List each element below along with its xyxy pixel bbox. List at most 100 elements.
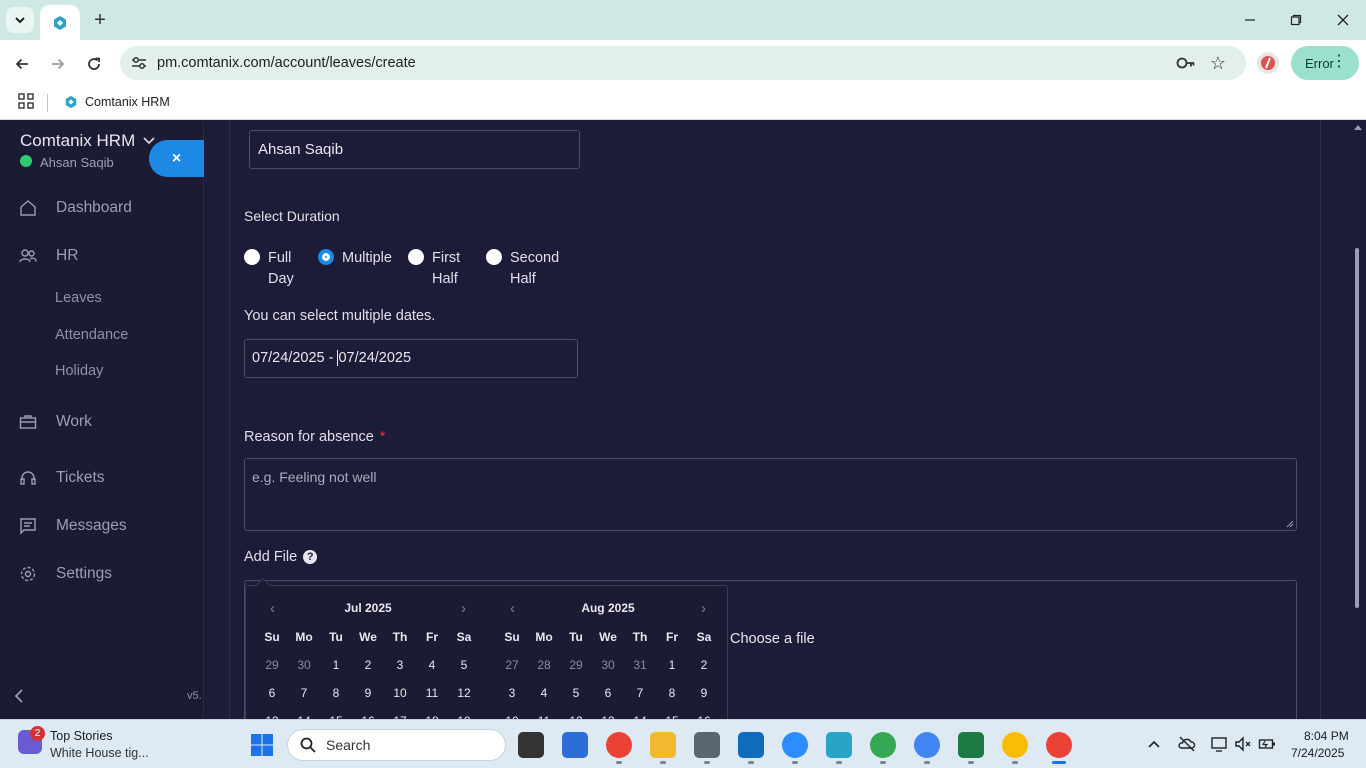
help-icon[interactable]: ?	[303, 550, 318, 564]
excel-icon[interactable]	[958, 732, 984, 758]
bookmark-star-icon[interactable]: ☆	[1208, 53, 1228, 73]
calendar-day[interactable]: 6	[592, 686, 624, 700]
calendar-day[interactable]: 28	[528, 658, 560, 672]
page-scrollbar[interactable]	[1349, 121, 1366, 719]
collapse-sidebar-icon[interactable]	[14, 687, 24, 708]
task-view-icon[interactable]	[518, 732, 544, 758]
url-text[interactable]: pm.comtanix.com/account/leaves/create	[157, 55, 416, 71]
reload-button[interactable]	[81, 51, 107, 77]
store-icon[interactable]	[562, 732, 588, 758]
sidebar-subitem-leaves[interactable]: Leaves	[55, 290, 102, 306]
clock-time[interactable]: 8:04 PM	[1304, 729, 1349, 743]
sidebar-item-dashboard[interactable]: Dashboard	[0, 193, 204, 223]
chrome-profile-icon[interactable]	[870, 732, 896, 758]
calendar-day[interactable]: 5	[560, 686, 592, 700]
calendar-day[interactable]: 30	[288, 658, 320, 672]
scroll-up-arrow-icon[interactable]	[1354, 125, 1362, 130]
close-window-button[interactable]	[1331, 8, 1355, 32]
bookmark-comtanix[interactable]: Comtanix HRM	[64, 92, 170, 112]
profile-avatar[interactable]	[1257, 52, 1279, 74]
onedrive-offline-icon[interactable]	[1178, 735, 1196, 753]
restore-button[interactable]	[1284, 8, 1308, 32]
sidebar-item-settings[interactable]: Settings	[0, 559, 204, 589]
resize-grip-icon[interactable]	[1286, 520, 1294, 528]
scroll-thumb[interactable]	[1355, 248, 1359, 608]
sidebar-item-messages[interactable]: Messages	[0, 511, 204, 541]
active-tab[interactable]	[40, 5, 80, 40]
calendar-day[interactable]: 27	[496, 658, 528, 672]
battery-icon[interactable]	[1258, 735, 1276, 753]
calendar-day[interactable]: 6	[256, 686, 288, 700]
calendar-day[interactable]: 4	[416, 658, 448, 672]
brand-name[interactable]: Comtanix HRM	[20, 131, 135, 151]
calendar-day[interactable]: 9	[688, 686, 720, 700]
chrome-profile-icon[interactable]	[914, 732, 940, 758]
volume-muted-icon[interactable]	[1234, 735, 1252, 753]
tray-overflow-icon[interactable]	[1148, 736, 1160, 751]
calculator-icon[interactable]	[694, 732, 720, 758]
zoom-icon[interactable]	[782, 732, 808, 758]
radio-first-half-label[interactable]: First Half	[432, 248, 460, 290]
comtanix-app-icon[interactable]	[826, 732, 852, 758]
chrome-icon[interactable]	[606, 732, 632, 758]
sidebar-subitem-holiday[interactable]: Holiday	[55, 363, 103, 379]
news-title[interactable]: Top Stories	[50, 729, 113, 743]
calendar-day[interactable]: 9	[352, 686, 384, 700]
reason-textarea[interactable]: e.g. Feeling not well	[244, 458, 1297, 531]
password-key-icon[interactable]	[1176, 54, 1196, 72]
radio-second-half[interactable]	[486, 249, 502, 265]
calendar-day[interactable]: 31	[624, 658, 656, 672]
clock-date[interactable]: 7/24/2025	[1291, 746, 1344, 760]
error-menu-button[interactable]: Error ⋮	[1291, 46, 1359, 80]
sidebar-subitem-attendance[interactable]: Attendance	[55, 327, 128, 343]
radio-full-day[interactable]	[244, 249, 260, 265]
calendar-day[interactable]: 11	[416, 686, 448, 700]
omnibox[interactable]: pm.comtanix.com/account/leaves/create ☆	[120, 46, 1246, 80]
forward-button[interactable]	[45, 51, 71, 77]
file-explorer-icon[interactable]	[650, 732, 676, 758]
sidebar-item-tickets[interactable]: Tickets	[0, 463, 204, 493]
calendar-day[interactable]: 12	[448, 686, 480, 700]
next-month-icon[interactable]: ›	[461, 600, 466, 617]
windows-start-icon[interactable]	[250, 733, 274, 757]
calendar-day[interactable]: 4	[528, 686, 560, 700]
calendar-day[interactable]: 2	[688, 658, 720, 672]
radio-first-half[interactable]	[408, 249, 424, 265]
close-sidebar-button[interactable]: ×	[149, 140, 204, 177]
calendar-day[interactable]: 29	[256, 658, 288, 672]
calendar-day[interactable]: 1	[656, 658, 688, 672]
calendar-day[interactable]: 1	[320, 658, 352, 672]
radio-multiple[interactable]	[318, 249, 334, 265]
minimize-button[interactable]	[1238, 8, 1262, 32]
calendar-day[interactable]: 8	[320, 686, 352, 700]
calendar-day[interactable]: 8	[656, 686, 688, 700]
back-button[interactable]	[9, 51, 35, 77]
chrome-active-icon[interactable]	[1046, 732, 1072, 758]
calendar-day[interactable]: 7	[624, 686, 656, 700]
employee-name-field[interactable]: Ahsan Saqib	[249, 130, 580, 169]
radio-second-half-label[interactable]: Second Half	[510, 248, 559, 290]
next-month-icon[interactable]: ›	[701, 600, 706, 617]
calendar-day[interactable]: 3	[496, 686, 528, 700]
calendar-day[interactable]: 3	[384, 658, 416, 672]
date-range-input[interactable]: 07/24/2025 - 07/24/2025	[244, 339, 578, 378]
sidebar-item-work[interactable]: Work	[0, 407, 204, 437]
calendar-day[interactable]: 10	[384, 686, 416, 700]
site-info-button[interactable]	[130, 54, 148, 72]
new-tab-button[interactable]: +	[88, 8, 112, 32]
chrome-profile-icon[interactable]	[1002, 732, 1028, 758]
calendar-day[interactable]: 5	[448, 658, 480, 672]
calendar-day[interactable]: 29	[560, 658, 592, 672]
calendar-day[interactable]: 7	[288, 686, 320, 700]
calendar-day[interactable]: 30	[592, 658, 624, 672]
tab-search-button[interactable]	[6, 7, 34, 33]
calendar-day[interactable]: 2	[352, 658, 384, 672]
choose-file-button[interactable]: Choose a file	[730, 631, 815, 647]
sidebar-item-hr[interactable]: HR	[0, 241, 204, 271]
taskbar-search[interactable]: Search	[287, 729, 506, 761]
display-icon[interactable]	[1210, 735, 1228, 753]
radio-full-day-label[interactable]: Full Day	[268, 248, 294, 290]
news-headline[interactable]: White House tig...	[50, 746, 149, 760]
apps-grid-icon[interactable]	[18, 93, 34, 109]
outlook-icon[interactable]	[738, 732, 764, 758]
